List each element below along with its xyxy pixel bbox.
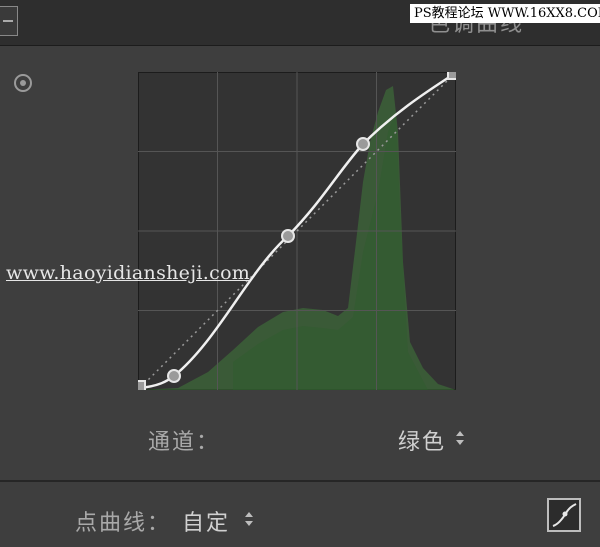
panel-header: 色调曲线 PS教程论坛 WWW.16XX8.COM: [0, 0, 600, 46]
curve-edit-button[interactable]: [547, 498, 581, 532]
curve-point-white[interactable]: [447, 72, 456, 80]
channel-label: 通道：: [148, 430, 221, 455]
target-adjust-icon[interactable]: [14, 74, 32, 92]
channel-select[interactable]: 绿色: [398, 424, 446, 456]
collapse-toggle-icon[interactable]: [0, 6, 18, 36]
curve-svg[interactable]: [138, 72, 456, 390]
watermark-top: PS教程论坛 WWW.16XX8.COM: [410, 4, 600, 23]
watermark-mid: www.haoyidiansheji.com: [6, 262, 251, 284]
curve-edit-icon: [552, 503, 577, 527]
point-curve-select[interactable]: 自定: [182, 505, 230, 537]
channel-up-down-arrow-icon[interactable]: [456, 431, 464, 445]
curve-point-shadow[interactable]: [167, 369, 181, 383]
point-curve-up-down-arrow-icon[interactable]: [245, 512, 253, 526]
divider: [0, 480, 600, 482]
curve-point-mid[interactable]: [281, 229, 295, 243]
tone-curve-graph[interactable]: [138, 72, 456, 390]
curve-point-black[interactable]: [138, 380, 146, 390]
curve-point-highlight[interactable]: [356, 137, 370, 151]
point-curve-label: 点曲线：: [75, 511, 172, 536]
